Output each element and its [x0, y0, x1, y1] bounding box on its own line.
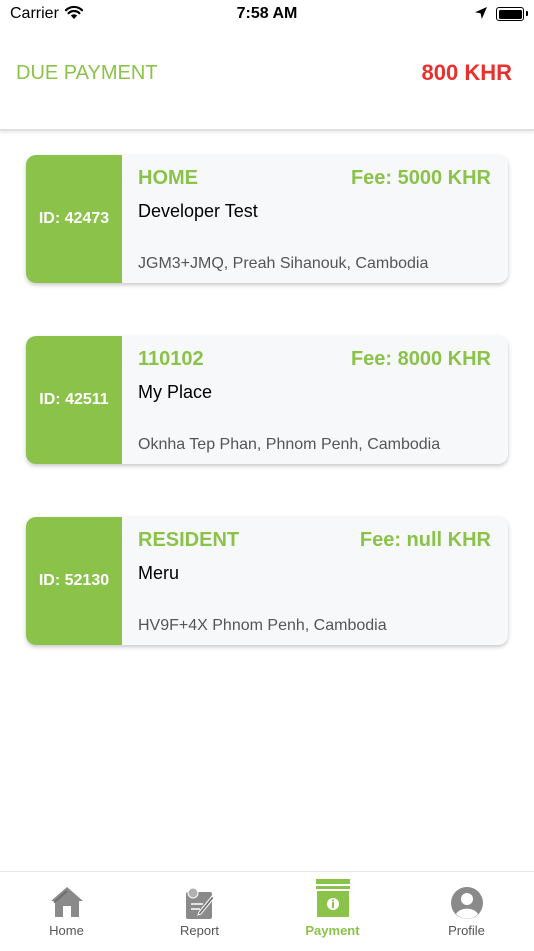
payment-icon [315, 879, 350, 917]
card-type: HOME [138, 167, 198, 189]
tab-home[interactable]: Home [0, 872, 133, 951]
payment-card[interactable]: ID: 42511 110102 Fee: 8000 KHR My Place … [26, 336, 508, 464]
card-id-badge: ID: 52130 [26, 517, 122, 645]
header: DUE PAYMENT 800 KHR [0, 30, 534, 131]
tab-bar: Home Report Payment Profile [0, 871, 534, 951]
profile-icon [450, 887, 483, 919]
card-id: ID: 52130 [38, 572, 110, 589]
status-bar: Carrier 7:58 AM [0, 0, 534, 30]
tab-label: Home [49, 923, 84, 938]
card-id-badge: ID: 42473 [26, 155, 122, 283]
card-name: My Place [138, 382, 213, 402]
card-address: Oknha Tep Phan, Phnom Penh, Cambodia [138, 436, 441, 453]
payment-card[interactable]: ID: 52130 RESIDENT Fee: null KHR Meru HV… [26, 517, 508, 645]
clock: 7:58 AM [236, 5, 298, 22]
tab-label: Report [179, 923, 220, 938]
home-icon [50, 887, 83, 917]
card-fee: Fee: 8000 KHR [350, 348, 491, 370]
card-id: ID: 42511 [39, 391, 109, 408]
tab-label: Profile [448, 923, 485, 938]
tab-label: Payment [305, 923, 360, 938]
card-fee: Fee: 5000 KHR [350, 167, 491, 189]
tab-payment[interactable]: Payment [266, 872, 399, 951]
card-id-badge: ID: 42511 [26, 336, 122, 464]
due-amount: 800 KHR [421, 60, 512, 85]
card-id: ID: 42473 [38, 210, 110, 227]
payment-card[interactable]: ID: 42473 HOME Fee: 5000 KHR Developer T… [26, 155, 508, 283]
location-arrow-icon [475, 7, 487, 19]
card-type: 110102 [138, 348, 204, 370]
card-address: JGM3+JMQ, Preah Sihanouk, Cambodia [138, 255, 429, 272]
card-fee: Fee: null KHR [359, 529, 491, 551]
page-title: DUE PAYMENT [16, 62, 158, 84]
tab-profile[interactable]: Profile [400, 872, 533, 951]
report-icon [185, 887, 215, 919]
card-name: Developer Test [138, 201, 258, 221]
card-type: RESIDENT [138, 529, 240, 551]
card-address: HV9F+4X Phnom Penh, Cambodia [138, 617, 387, 634]
card-name: Meru [138, 563, 180, 583]
tab-report[interactable]: Report [133, 872, 266, 951]
battery-icon [496, 7, 528, 21]
